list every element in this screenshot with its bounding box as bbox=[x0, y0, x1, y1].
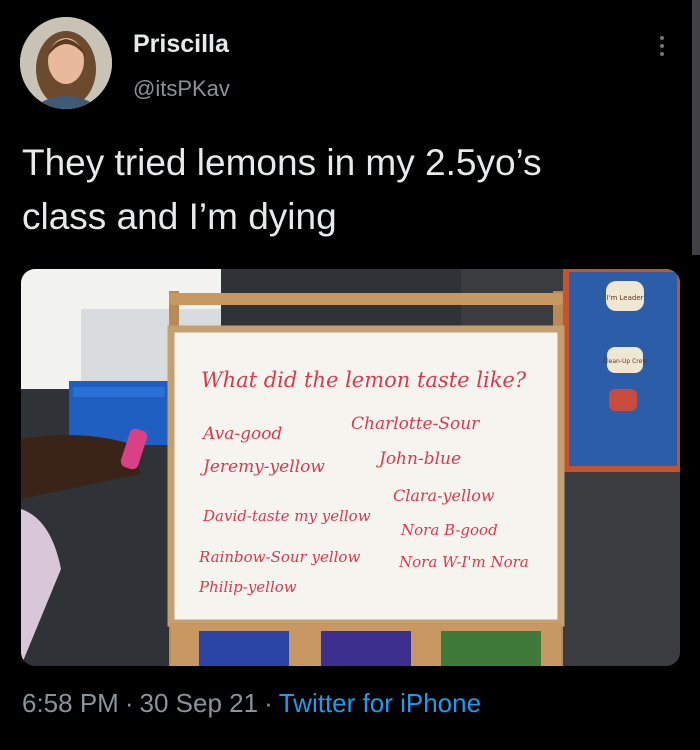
more-options-icon[interactable] bbox=[654, 32, 670, 62]
tweet-text-line: They tried lemons in my 2.5yo’s bbox=[22, 142, 542, 183]
board-entry: Rainbow-Sour yellow bbox=[198, 548, 360, 566]
tweet-text-line: class and I’m dying bbox=[22, 196, 337, 237]
more-dot bbox=[660, 44, 664, 48]
tweet-date[interactable]: 30 Sep 21 bbox=[140, 688, 259, 718]
author-name[interactable]: Priscilla bbox=[133, 30, 229, 59]
tweet-time[interactable]: 6:58 PM bbox=[22, 688, 119, 718]
board-entry: Philip-yellow bbox=[198, 578, 297, 596]
tweet-photo[interactable]: I'm Leader Clean-Up Crew What did the le… bbox=[21, 269, 680, 666]
source-link[interactable]: Twitter for iPhone bbox=[279, 688, 481, 718]
more-dot bbox=[660, 52, 664, 56]
photo-whiteboard-scene: I'm Leader Clean-Up Crew What did the le… bbox=[21, 269, 680, 666]
more-dot bbox=[660, 36, 664, 40]
board-entry: Nora B-good bbox=[400, 521, 498, 539]
board-entry: John-blue bbox=[376, 449, 461, 469]
avatar-photo bbox=[20, 17, 112, 109]
tweet-text: They tried lemons in my 2.5yo’s class an… bbox=[22, 136, 662, 244]
separator-dot: · bbox=[264, 688, 273, 718]
sign-top-text: I'm Leader bbox=[606, 294, 643, 302]
separator-dot: · bbox=[124, 688, 134, 718]
author-handle[interactable]: @itsPKav bbox=[133, 76, 230, 102]
board-entry: Charlotte-Sour bbox=[351, 414, 480, 434]
avatar[interactable] bbox=[20, 17, 112, 109]
board-entry: David-taste my yellow bbox=[202, 507, 371, 525]
board-title: What did the lemon taste like? bbox=[201, 368, 527, 392]
board-entry: Jeremy-yellow bbox=[200, 457, 325, 477]
sign-mid-text: Clean-Up Crew bbox=[603, 358, 648, 365]
board-entry: Ava-good bbox=[201, 424, 282, 444]
scrollbar[interactable] bbox=[692, 0, 700, 255]
tweet-metadata: 6:58 PM · 30 Sep 21 · Twitter for iPhone bbox=[22, 688, 481, 719]
board-entry: Nora W-I'm Nora bbox=[398, 553, 529, 571]
board-entry: Clara-yellow bbox=[393, 486, 495, 505]
